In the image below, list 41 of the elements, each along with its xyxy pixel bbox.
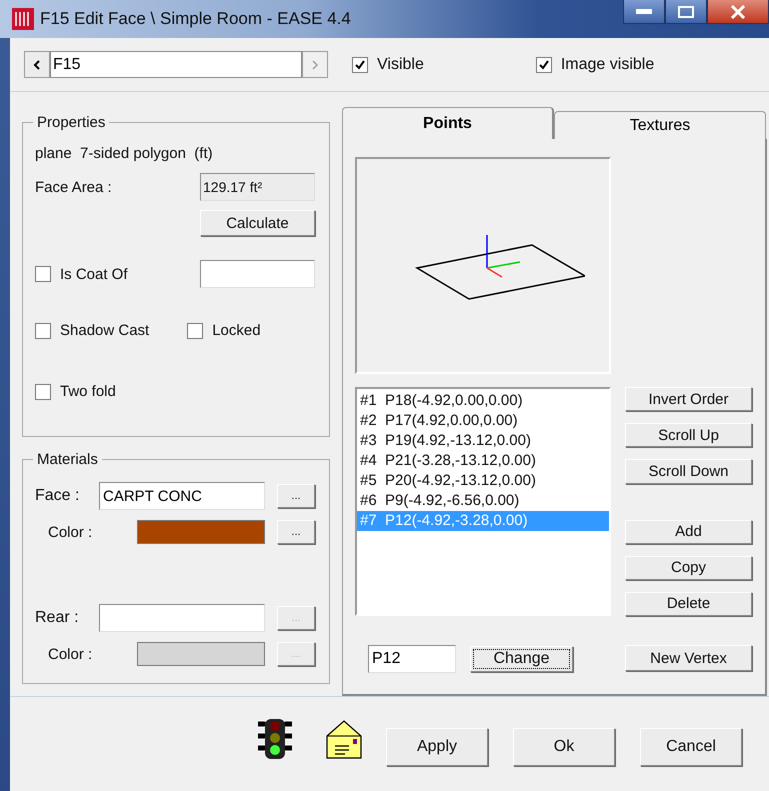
material-field[interactable]: CARPT CONC bbox=[99, 482, 265, 510]
dialog-button[interactable]: Cancel bbox=[640, 728, 742, 766]
list-action-button[interactable]: Scroll Up bbox=[625, 423, 752, 448]
list-action-button[interactable]: Scroll Down bbox=[625, 459, 752, 484]
material-label: Rear : bbox=[35, 609, 80, 627]
list-action-button[interactable]: Copy bbox=[625, 556, 752, 580]
point-item[interactable]: #1 P18(-4.92,0.00,0.00) bbox=[357, 391, 609, 411]
checkbox-label: Visible bbox=[377, 56, 424, 74]
checkbox-label: Two fold bbox=[60, 383, 116, 400]
dialog-button[interactable]: Apply bbox=[386, 728, 488, 766]
change-button[interactable]: Change bbox=[470, 646, 573, 672]
browse-button[interactable]: ... bbox=[277, 484, 315, 508]
face-name-field[interactable]: F15 bbox=[50, 51, 302, 78]
color-label: Color : bbox=[47, 646, 94, 662]
face-area-label: Face Area : bbox=[35, 178, 112, 196]
tab[interactable]: Textures bbox=[554, 111, 766, 139]
new-vertex-button[interactable]: New Vertex bbox=[625, 645, 752, 671]
calculate-button[interactable]: Calculate bbox=[200, 210, 315, 236]
point-item[interactable]: #3 P19(4.92,-13.12,0.00) bbox=[357, 431, 609, 451]
checkbox-label: Locked bbox=[212, 322, 261, 339]
color-label: Color : bbox=[47, 524, 94, 540]
face-area-value: 129.17 ft² bbox=[200, 173, 315, 201]
point-item[interactable]: #6 P9(-4.92,-6.56,0.00) bbox=[357, 491, 609, 511]
window-title: F15 Edit Face \ Simple Room - EASE 4.4 bbox=[40, 9, 351, 29]
list-action-button[interactable]: Add bbox=[625, 520, 752, 544]
group-title: Properties bbox=[36, 114, 106, 131]
point-item[interactable]: #5 P20(-4.92,-13.12,0.00) bbox=[357, 471, 609, 491]
checkbox-label: Is Coat Of bbox=[60, 266, 128, 282]
group-title: Materials bbox=[36, 451, 99, 468]
tab[interactable]: Points bbox=[342, 107, 554, 139]
list-action-button[interactable]: Delete bbox=[625, 592, 752, 616]
point-item[interactable]: #2 P17(4.92,0.00,0.00) bbox=[357, 411, 609, 431]
point-item[interactable]: #4 P21(-3.28,-13.12,0.00) bbox=[357, 451, 609, 471]
dialog-button[interactable]: Ok bbox=[513, 728, 615, 766]
checkbox-label: Shadow Cast bbox=[60, 322, 150, 339]
list-action-button[interactable]: Invert Order bbox=[625, 387, 752, 412]
material-label: Face : bbox=[35, 487, 80, 505]
point-name-field[interactable]: P12 bbox=[368, 645, 456, 673]
checkbox-label: Image visible bbox=[560, 56, 654, 74]
browse-button[interactable]: ... bbox=[277, 520, 315, 544]
polygon-description: plane 7-sided polygon (ft) bbox=[35, 145, 214, 162]
